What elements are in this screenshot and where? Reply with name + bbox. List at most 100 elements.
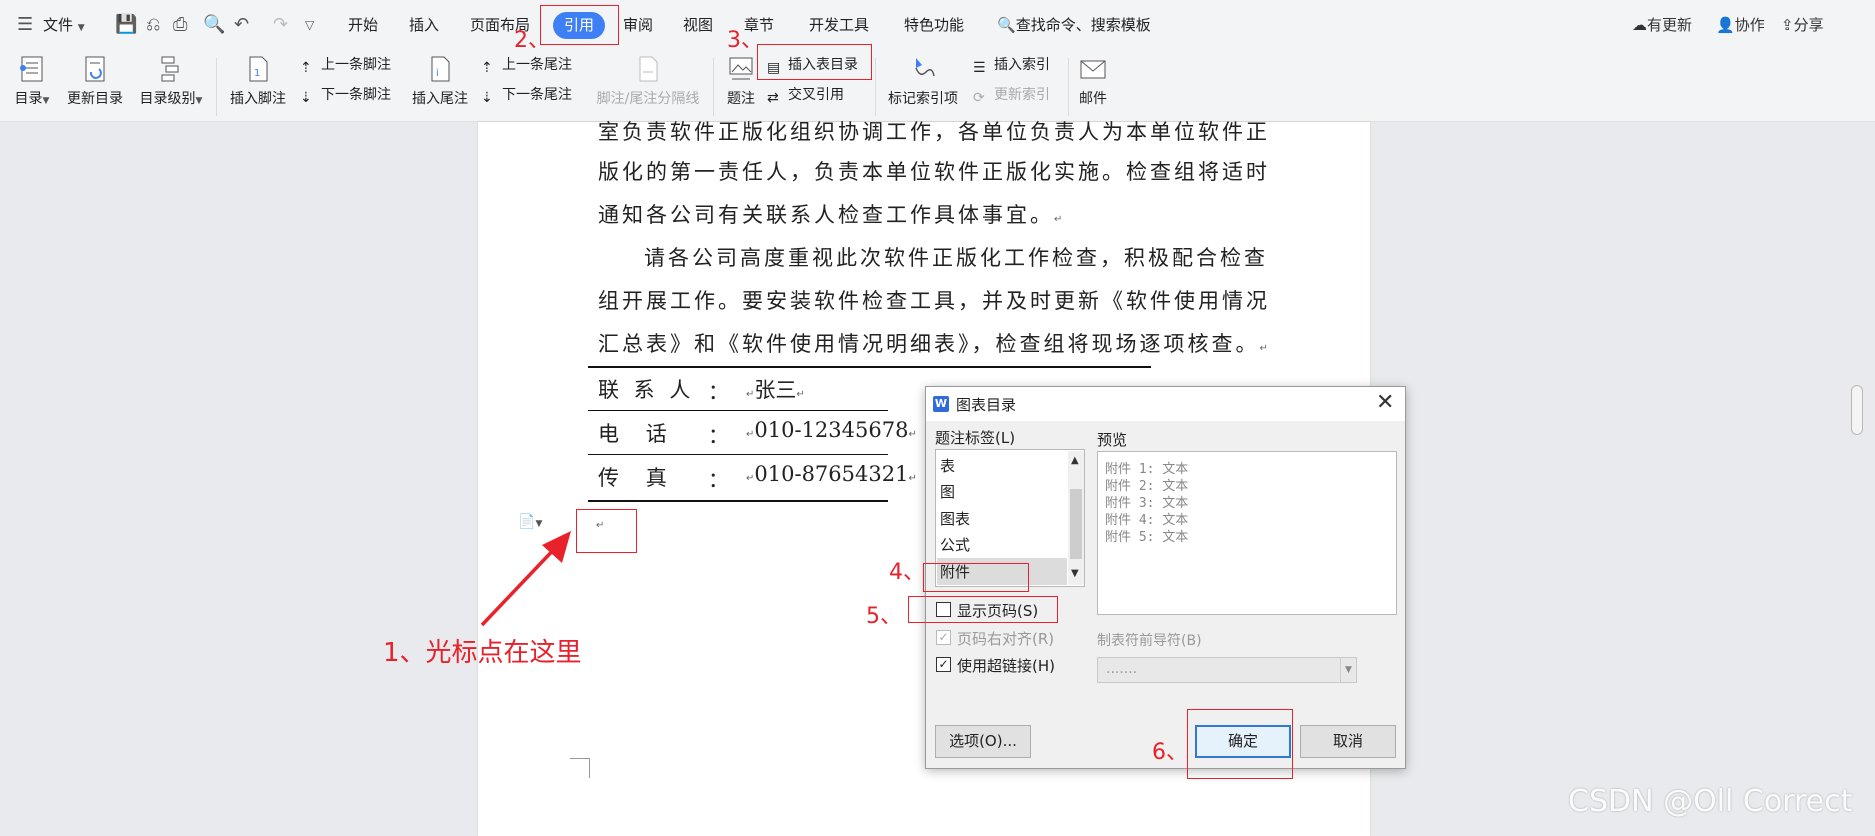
tab-start[interactable]: 开始 [348,0,378,50]
caption-label-heading: 题注标签(L) [935,429,1016,447]
tab-leader-value: ....... [1106,661,1138,677]
right-align-checkbox[interactable]: ✓ [936,630,951,645]
tab-view[interactable]: 视图 [683,0,713,50]
update-button[interactable]: ☁有更新 [1632,0,1692,50]
fax-value-text: 010-87654321 [754,462,909,486]
use-hyperlinks-checkbox[interactable]: ✓ [936,657,951,672]
prev-endnote-icon: ⇡ [481,60,493,76]
paragraph-mark: ↵ [1259,343,1268,354]
annotation-arrow-icon [480,531,571,627]
update-toc-button[interactable]: 更新目录 [62,50,128,122]
undo-icon[interactable]: ↶ [234,15,249,35]
toc-level-button[interactable]: 目录级别▼ [134,50,208,122]
ribbon-divider [1068,58,1069,116]
contact-value: ↵张三↵ [746,374,805,404]
update-label: 有更新 [1647,16,1693,34]
update-toc-label: 更新目录 [67,91,123,107]
doc-line-3-text: 通知各公司有关联系人检查工作具体事宜。 [598,203,1054,227]
hamburger-menu-icon[interactable]: ☰ [17,15,33,35]
fax-value: ↵010-87654321↵ [746,462,917,486]
annotation-box-attachment [923,563,1029,592]
dialog-title-bar: W 图表目录 ✕ [926,387,1405,421]
print-preview-icon[interactable]: 🔍 [203,15,225,35]
update-index-label: 更新索引 [994,87,1050,103]
mail-button[interactable]: 邮件 [1074,50,1112,122]
caption-item-chart[interactable]: 图表 [940,508,970,529]
cancel-button[interactable]: 取消 [1300,725,1396,758]
doc-line-6: 汇总表》和《软件使用情况明细表》，检查组将现场逐项核查。↵ [598,328,1268,358]
update-index-button[interactable]: ⟳ 更新索引 [973,84,1050,106]
annotation-step-4: 4、 [889,560,925,585]
table-rule-top-right [746,366,1151,368]
chevron-down-icon: ▼ [195,96,203,106]
command-search[interactable]: 🔍查找命令、搜索模板 [997,0,1151,50]
separator-button[interactable]: 脚注/尾注分隔线 [590,50,706,122]
prev-endnote-label: 上一条尾注 [502,57,572,73]
doc-line-5: 组开展工作。要安装软件检查工具，并及时更新《软件使用情况 [598,289,1270,313]
phone-value: ↵010-12345678↵ [746,418,917,442]
chevron-down-icon: ▼ [77,23,85,33]
separator-label: 脚注/尾注分隔线 [596,91,700,107]
wps-writer-icon: W [933,396,949,412]
insert-footnote-button[interactable]: 1 插入脚注 [225,50,291,122]
toc-button[interactable]: 目录▼ [8,50,56,122]
annotation-box-cursor [576,509,637,553]
caption-button[interactable]: 题注 [722,50,760,122]
collaborate-button[interactable]: 👤协作 [1716,0,1765,50]
insert-index-button[interactable]: ☰ 插入索引 [973,54,1050,76]
next-footnote-icon: ⇣ [300,90,312,106]
margin-corner-mark [570,758,590,778]
chevron-down-icon[interactable]: ▼ [1340,658,1356,682]
tab-leader-label: 制表符前导符(B) [1097,633,1202,649]
save-icon[interactable]: 💾 [115,15,137,35]
caption-item-formula[interactable]: 公式 [940,534,970,555]
tab-leader-select[interactable]: ....... ▼ [1097,657,1357,683]
file-menu-label: 文件 [43,16,74,34]
update-toc-icon [85,56,105,82]
next-footnote-button[interactable]: ⇣ 下一条脚注 [300,84,391,106]
insert-footnote-label: 插入脚注 [230,91,286,107]
scrollbar-thumb[interactable] [1851,385,1863,435]
contact-label: 联 系 人 [598,378,695,402]
redo-icon[interactable]: ↷ [273,15,288,35]
customize-toolbar-icon[interactable]: ▽ [305,15,314,35]
cross-reference-button[interactable]: ⇄ 交叉引用 [767,84,844,106]
next-endnote-button[interactable]: ⇣ 下一条尾注 [481,84,572,106]
doc-line-2: 版化的第一责任人，负责本单位软件正版化实施。检查组将适时 [598,160,1270,184]
prev-endnote-button[interactable]: ⇡ 上一条尾注 [481,54,572,76]
insert-index-label: 插入索引 [994,57,1050,73]
right-align-label[interactable]: 页码右对齐(R) [957,628,1054,649]
preview-line: 附件 5: 文本 [1105,530,1189,545]
tab-review[interactable]: 审阅 [623,0,653,50]
tab-features[interactable]: 特色功能 [904,0,964,50]
scrollbar-thumb[interactable] [1070,489,1082,559]
doc-line-6-text: 汇总表》和《软件使用情况明细表》，检查组将现场逐项核查。 [598,332,1260,356]
caption-item-figure[interactable]: 图 [940,481,955,502]
format-painter-icon[interactable]: ⎌ [146,15,160,35]
table-rule-bottom [588,500,888,502]
caption-list-scrollbar[interactable]: ▲ ▼ [1068,451,1084,585]
chevron-up-icon[interactable]: ▲ [1071,455,1079,466]
options-button[interactable]: 选项(O)... [935,725,1031,758]
chevron-down-icon[interactable]: ▼ [1071,568,1079,579]
annotation-step-1: 1、光标点在这里 [383,638,582,668]
tab-insert[interactable]: 插入 [409,0,439,50]
mark-index-button[interactable]: 标记索引项 [882,50,964,122]
menu-bar: ☰ 文件 ▼ 💾 ⎌ ⎙ 🔍 ↶ ↷ ▽ 开始 插入 页面布局 引用 审阅 视图… [0,0,1875,50]
next-footnote-label: 下一条脚注 [321,87,391,103]
insert-endnote-button[interactable]: i 插入尾注 [407,50,473,122]
prev-footnote-button[interactable]: ⇡ 上一条脚注 [300,54,391,76]
share-button[interactable]: ⇪分享 [1781,0,1824,50]
close-icon[interactable]: ✕ [1376,390,1394,415]
tab-developer[interactable]: 开发工具 [809,0,869,50]
caption-item-table[interactable]: 表 [940,455,955,476]
caption-label: 题注 [727,91,755,107]
use-hyperlinks-label[interactable]: 使用超链接(H) [957,655,1055,676]
dialog-title: 图表目录 [956,396,1017,414]
vertical-scrollbar[interactable] [1845,122,1875,836]
annotation-box-insert-table-of-figures [757,44,872,80]
file-menu[interactable]: 文件 ▼ [43,0,85,50]
user-icon: 👤 [1716,16,1735,34]
print-icon[interactable]: ⎙ [173,15,187,35]
prev-footnote-label: 上一条脚注 [321,57,391,73]
